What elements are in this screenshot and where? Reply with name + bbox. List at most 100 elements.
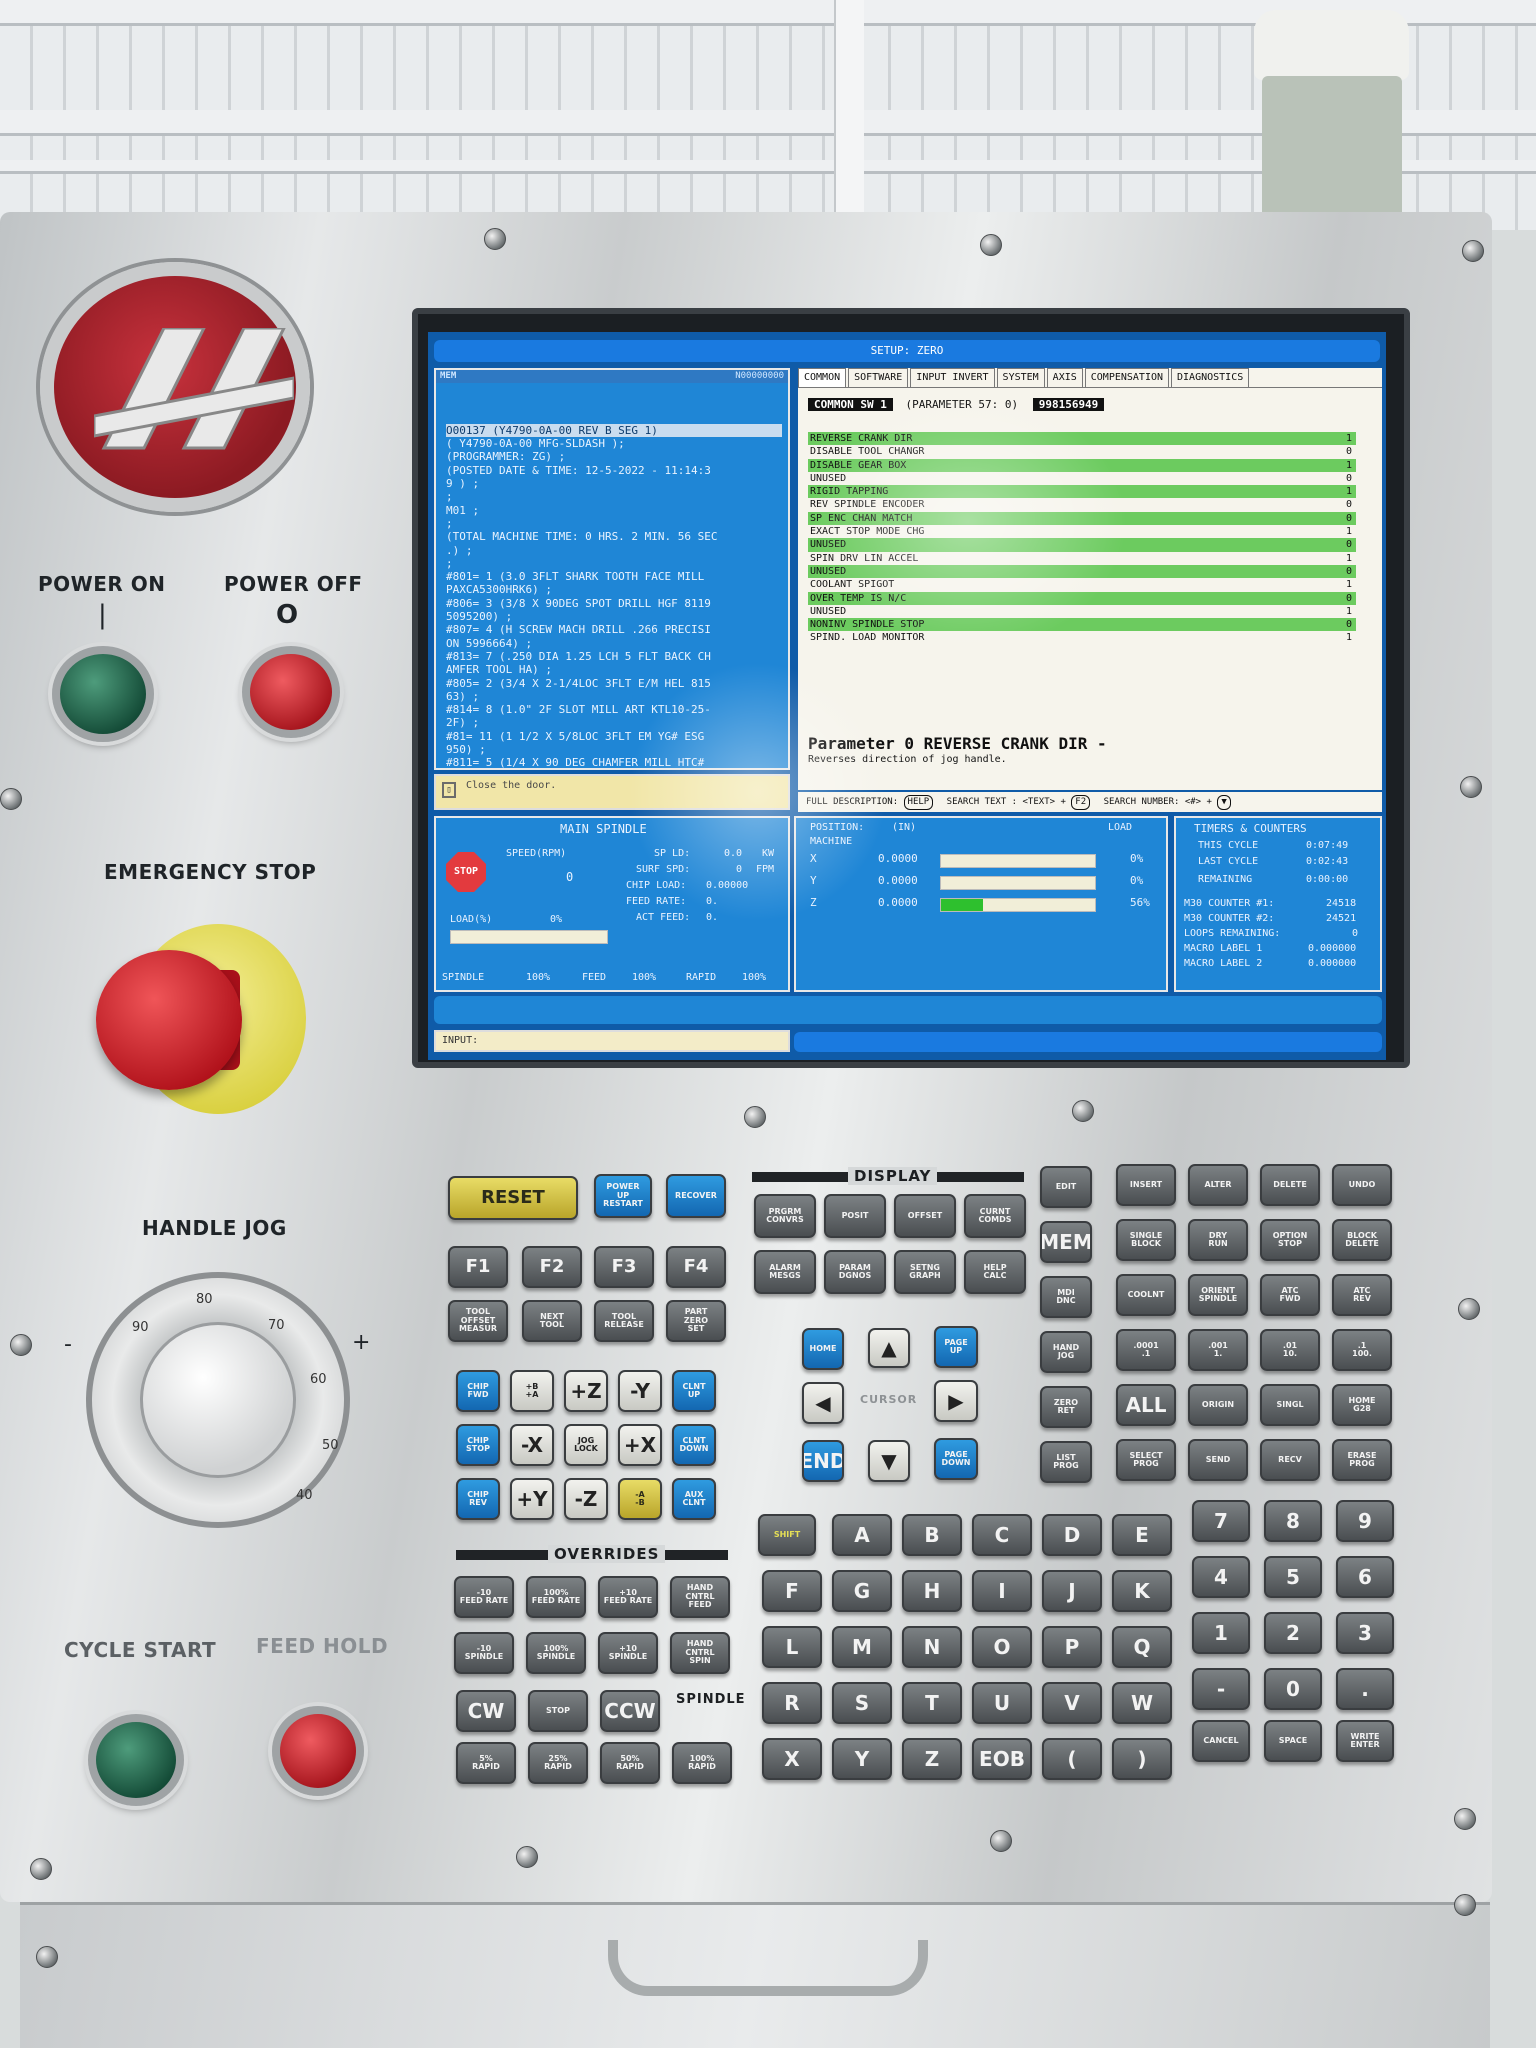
tab-common[interactable]: COMMON xyxy=(798,368,847,387)
key-open-paren[interactable]: ( xyxy=(1042,1738,1102,1780)
hand-control-feed-button[interactable]: HAND CNTRL FEED xyxy=(670,1576,730,1618)
cursor-up-button[interactable]: ▲ xyxy=(868,1328,910,1368)
reset-button[interactable]: RESET xyxy=(448,1176,578,1220)
key-p[interactable]: P xyxy=(1042,1626,1102,1668)
program-line[interactable]: #806= 3 (3/8 X 90DEG SPOT DRILL HGF 8119 xyxy=(446,597,782,610)
write-enter-button[interactable]: WRITE ENTER xyxy=(1336,1720,1394,1762)
key-c[interactable]: C xyxy=(972,1514,1032,1556)
program-line[interactable]: #81= 11 (1 1/2 X 5/8LOC 3FLT EM YG# ESG xyxy=(446,730,782,743)
key-5[interactable]: 5 xyxy=(1264,1556,1322,1598)
key-b[interactable]: B xyxy=(902,1514,962,1556)
key-2[interactable]: 2 xyxy=(1264,1612,1322,1654)
single-block-button[interactable]: SINGLE BLOCK xyxy=(1116,1219,1176,1261)
program-line[interactable]: 2F) ; xyxy=(446,716,782,729)
key-u[interactable]: U xyxy=(972,1682,1032,1724)
recover-button[interactable]: RECOVER xyxy=(666,1174,726,1218)
key-e[interactable]: E xyxy=(1112,1514,1172,1556)
key-close-paren[interactable]: ) xyxy=(1112,1738,1172,1780)
key-1[interactable]: 1 xyxy=(1192,1612,1250,1654)
handle-0001-button[interactable]: .0001 .1 xyxy=(1116,1329,1176,1371)
minus-y-button[interactable]: -Y xyxy=(618,1370,662,1412)
key-x[interactable]: X xyxy=(762,1738,822,1780)
parameter-row[interactable]: SP ENC CHAN MATCH 0 xyxy=(808,511,1356,526)
spindle-cw-button[interactable]: CW xyxy=(456,1690,516,1732)
key-0[interactable]: 0 xyxy=(1264,1668,1322,1710)
parameter-row[interactable]: COOLANT SPIGOT 1 xyxy=(808,578,1356,591)
key-g[interactable]: G xyxy=(832,1570,892,1612)
mdi-dnc-button[interactable]: MDI DNC xyxy=(1040,1276,1092,1318)
position-button[interactable]: POSIT xyxy=(824,1194,886,1238)
key-t[interactable]: T xyxy=(902,1682,962,1724)
part-zero-set-button[interactable]: PART ZERO SET xyxy=(666,1300,726,1342)
jog-knob[interactable] xyxy=(140,1322,296,1478)
program-line[interactable]: ( Y4790-0A-00 MFG-SLDASH ); xyxy=(446,437,782,450)
alarm-messages-button[interactable]: ALARM MESGS xyxy=(754,1250,816,1294)
tab-input-invert[interactable]: INPUT INVERT xyxy=(910,368,995,387)
tab-software[interactable]: SOFTWARE xyxy=(848,368,909,387)
undo-button[interactable]: UNDO xyxy=(1332,1164,1392,1206)
key-m[interactable]: M xyxy=(832,1626,892,1668)
cursor-down-button[interactable]: ▼ xyxy=(868,1440,910,1482)
key-8[interactable]: 8 xyxy=(1264,1500,1322,1542)
power-on-button[interactable] xyxy=(52,646,154,742)
parameter-row[interactable]: DISABLE TOOL CHANGR 0 xyxy=(808,445,1356,458)
handle-1-button[interactable]: .1 100. xyxy=(1332,1329,1392,1371)
tab-axis[interactable]: AXIS xyxy=(1046,368,1083,387)
all-button[interactable]: ALL xyxy=(1116,1384,1176,1426)
parameter-row[interactable]: SPIN DRV LIN ACCEL 1 xyxy=(808,552,1356,565)
cancel-button[interactable]: CANCEL xyxy=(1192,1720,1250,1762)
key-j[interactable]: J xyxy=(1042,1570,1102,1612)
handle-001-button[interactable]: .001 1. xyxy=(1188,1329,1248,1371)
send-button[interactable]: SEND xyxy=(1188,1439,1248,1481)
rapid-100-button[interactable]: 100% RAPID xyxy=(672,1742,732,1784)
tool-offset-measure-button[interactable]: TOOL OFFSET MEASUR xyxy=(448,1300,508,1342)
program-line[interactable]: AMFER TOOL HA) ; xyxy=(446,663,782,676)
setting-graphic-button[interactable]: SETNG GRAPH xyxy=(894,1250,956,1294)
key-minus[interactable]: - xyxy=(1192,1668,1250,1710)
list-program-button[interactable]: LIST PROG xyxy=(1040,1441,1092,1483)
drawer-handle[interactable] xyxy=(608,1940,928,1996)
handle-jog-wheel[interactable]: 80 70 90 60 50 40 xyxy=(86,1272,350,1528)
origin-button[interactable]: ORIGIN xyxy=(1188,1384,1248,1426)
rapid-5-button[interactable]: 5% RAPID xyxy=(456,1742,516,1784)
key-w[interactable]: W xyxy=(1112,1682,1172,1724)
zero-return-button[interactable]: ZERO RET xyxy=(1040,1386,1092,1428)
select-program-button[interactable]: SELECT PROG xyxy=(1116,1439,1176,1481)
spindle-100-button[interactable]: 100% SPINDLE xyxy=(526,1632,586,1674)
program-line[interactable]: #814= 8 (1.0" 2F SLOT MILL ART KTL10-25- xyxy=(446,703,782,716)
program-line[interactable]: 5095200) ; xyxy=(446,610,782,623)
spindle-stop-button[interactable]: STOP xyxy=(528,1690,588,1732)
cursor-right-button[interactable]: ▶ xyxy=(934,1380,978,1422)
program-line[interactable]: (PROGRAMMER: ZG) ; xyxy=(446,450,782,463)
key-7[interactable]: 7 xyxy=(1192,1500,1250,1542)
program-line[interactable]: ; xyxy=(446,557,782,570)
end-button[interactable]: END xyxy=(802,1440,844,1482)
program-listing[interactable]: MEM N00000000 O00137 (Y4790-0A-00 REV B S… xyxy=(434,368,790,770)
power-off-button[interactable] xyxy=(242,646,340,738)
plus-b-button[interactable]: +B +A xyxy=(510,1370,554,1412)
page-up-button[interactable]: PAGE UP xyxy=(934,1326,978,1368)
rapid-25-button[interactable]: 25% RAPID xyxy=(528,1742,588,1784)
minus-z-button[interactable]: -Z xyxy=(564,1478,608,1520)
program-line[interactable]: ; xyxy=(446,517,782,530)
dry-run-button[interactable]: DRY RUN xyxy=(1188,1219,1248,1261)
jog-lock-button[interactable]: JOG LOCK xyxy=(564,1424,608,1466)
memory-button[interactable]: MEM xyxy=(1040,1221,1092,1263)
receive-button[interactable]: RECV xyxy=(1260,1439,1320,1481)
param-diagnostics-button[interactable]: PARAM DGNOS xyxy=(824,1250,886,1294)
parameter-row[interactable]: REV SPINDLE ENCODER 0 xyxy=(808,498,1356,511)
program-convers-button[interactable]: PRGRM CONVRS xyxy=(754,1194,816,1238)
program-line[interactable]: M01 ; xyxy=(446,504,782,517)
feed-hold-button[interactable] xyxy=(272,1706,364,1796)
chip-rev-button[interactable]: CHIP REV xyxy=(456,1478,500,1520)
parameter-row[interactable]: DISABLE GEAR BOX 1 xyxy=(808,458,1356,472)
option-stop-button[interactable]: OPTION STOP xyxy=(1260,1219,1320,1261)
f1-button[interactable]: F1 xyxy=(448,1246,508,1288)
help-calc-button[interactable]: HELP CALC xyxy=(964,1250,1026,1294)
program-line[interactable]: (TOTAL MACHINE TIME: 0 HRS. 2 MIN. 56 SE… xyxy=(446,530,782,543)
key-k[interactable]: K xyxy=(1112,1570,1172,1612)
single-button[interactable]: SINGL xyxy=(1260,1384,1320,1426)
plus-z-button[interactable]: +Z xyxy=(564,1370,608,1412)
next-tool-button[interactable]: NEXT TOOL xyxy=(522,1300,582,1342)
program-line[interactable]: ; xyxy=(446,490,782,503)
